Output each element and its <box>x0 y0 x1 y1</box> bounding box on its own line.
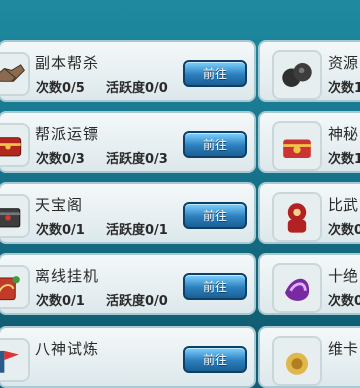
treasure-chest-icon <box>0 123 30 167</box>
activity-card: 资源 次数1 <box>258 40 360 102</box>
activity-title: 资源 <box>328 54 359 72</box>
black-chest-icon <box>0 194 30 238</box>
activity-card: 帮派运镖 次数0/3 活跃度0/3 前往 <box>0 111 256 173</box>
count-label: 次数0 <box>328 223 360 238</box>
gold-coin-icon <box>272 336 322 386</box>
activity-card: 副本帮杀 次数0/5 活跃度0/0 前往 <box>0 40 256 102</box>
red-chest-icon <box>272 121 322 171</box>
go-button[interactable]: 前往 <box>183 273 247 300</box>
activity-title: 天宝阁 <box>35 196 84 214</box>
black-ore-icon <box>272 50 322 100</box>
flag-icon <box>0 338 30 382</box>
activity-title: 比武 <box>328 196 359 214</box>
activity-title: 帮派运镖 <box>35 125 100 143</box>
activity-card: 十绝 次数0 <box>258 253 360 315</box>
activity-card: 八神试炼 前往 <box>0 326 256 388</box>
activity-title: 十绝 <box>328 267 359 285</box>
activity-card: 神秘 次数1 <box>258 111 360 173</box>
count-label: 次数1 <box>328 152 360 167</box>
purple-gem-icon <box>272 263 322 313</box>
activity-title: 八神试炼 <box>35 340 100 358</box>
activity-card: 离线挂机 次数0/1 活跃度0/0 前往 <box>0 253 256 315</box>
activity-label: 活跃度0/3 <box>106 152 168 167</box>
handshake-icon <box>0 52 30 96</box>
activity-label: 活跃度0/1 <box>106 223 168 238</box>
activity-title: 神秘 <box>328 125 359 143</box>
count-label: 次数0/1 <box>36 223 85 238</box>
count-label: 次数0/5 <box>36 81 85 96</box>
activity-label: 活跃度0/0 <box>106 81 168 96</box>
count-label: 次数0/3 <box>36 152 85 167</box>
red-warrior-icon <box>272 192 322 242</box>
count-label: 次数1 <box>328 81 360 96</box>
count-label: 次数0/1 <box>36 294 85 309</box>
leaf-sign-icon <box>0 265 30 309</box>
activity-card: 比武 次数0 <box>258 182 360 244</box>
go-button[interactable]: 前往 <box>183 202 247 229</box>
activity-label: 活跃度0/0 <box>106 294 168 309</box>
activity-title: 离线挂机 <box>35 267 100 285</box>
activity-title: 副本帮杀 <box>35 54 100 72</box>
count-label: 次数0 <box>328 294 360 309</box>
activity-card: 维卡 <box>258 326 360 388</box>
activity-title: 维卡 <box>328 340 359 358</box>
activity-card: 天宝阁 次数0/1 活跃度0/1 前往 <box>0 182 256 244</box>
go-button[interactable]: 前往 <box>183 60 247 87</box>
go-button[interactable]: 前往 <box>183 131 247 158</box>
